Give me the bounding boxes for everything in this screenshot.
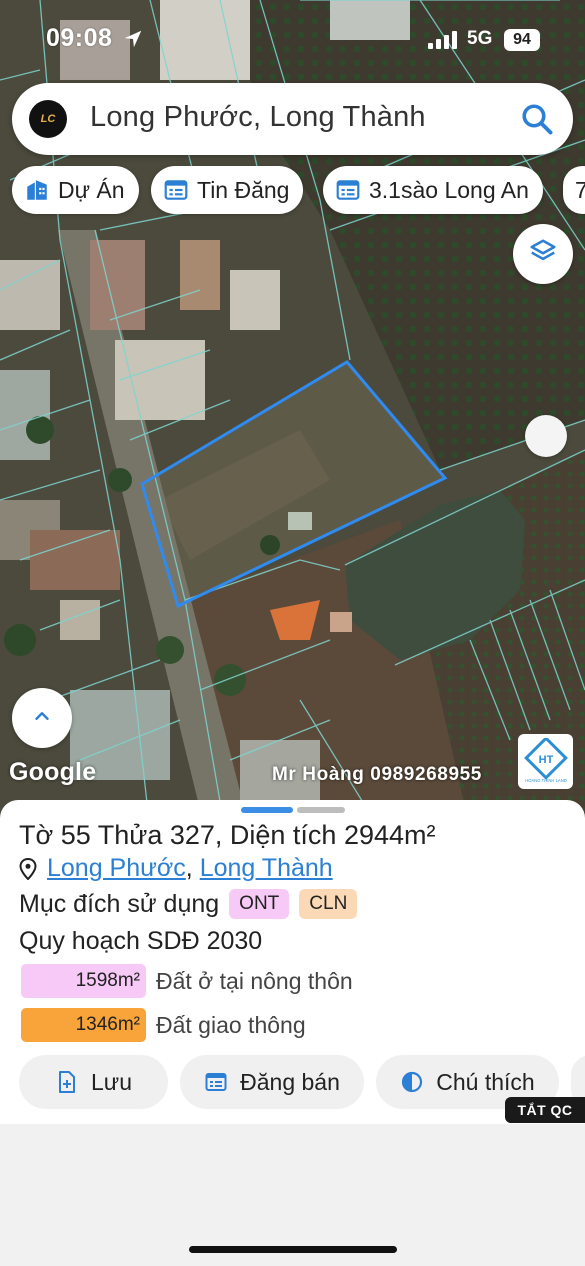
google-attribution: Google	[9, 758, 97, 786]
parcel-title: Tờ 55 Thửa 327, Diện tích 2944m²	[19, 820, 436, 850]
save-label: Lưu	[91, 1068, 132, 1095]
chip-label: Tin Đăng	[197, 176, 290, 203]
chevron-up-icon	[31, 705, 53, 732]
layers-icon	[528, 237, 558, 272]
save-button[interactable]: Lưu	[19, 1055, 168, 1109]
empty-area	[0, 1124, 585, 1266]
satellite-map[interactable]: 09:08 5G 94 LC Long Phước, Long Thành Dự…	[0, 0, 585, 830]
search-bar[interactable]: LC Long Phước, Long Thành	[12, 83, 573, 155]
save-add-icon	[55, 1070, 79, 1094]
opacity-slider-handle[interactable]	[525, 415, 567, 457]
search-icon[interactable]	[519, 101, 555, 137]
zone-row[interactable]: 1346m² Đất giao thông	[21, 1008, 306, 1042]
contact-watermark: Mr Hoàng 0989268955	[272, 764, 482, 785]
zone-row[interactable]: 1598m² Đất ở tại nông thôn	[21, 964, 353, 998]
brand-logo-text: HOANG THINH LAND	[525, 778, 567, 783]
zone-area-bar: 1598m²	[21, 964, 146, 998]
layers-button[interactable]	[513, 224, 573, 284]
turn-off-ads-button[interactable]: TẮT QC	[505, 1097, 585, 1123]
land-use-purpose: Mục đích sử dụng ONT CLN	[19, 889, 358, 919]
page-indicator[interactable]	[241, 807, 345, 813]
parcel-info-sheet: Tờ 55 Thửa 327, Diện tích 2944m² Long Ph…	[0, 800, 585, 1124]
chip-du-an[interactable]: Dự Án	[12, 166, 139, 214]
location-arrow-icon	[122, 28, 144, 55]
listing-icon	[204, 1070, 228, 1094]
chip-tin-dang[interactable]: Tin Đăng	[151, 166, 304, 214]
chip-saved-search[interactable]: 3.1sào Long An	[323, 166, 543, 214]
address-separator: ,	[185, 854, 200, 882]
zone-label: Đất ở tại nông thôn	[156, 967, 353, 994]
chip-label: 3.1sào Long An	[369, 176, 529, 203]
cellular-signal-icon	[428, 31, 458, 54]
network-type: 5G	[467, 28, 493, 49]
legend-icon	[400, 1070, 424, 1094]
listing-icon	[335, 177, 361, 203]
parcel-address: Long Phước , Long Thành	[19, 854, 333, 883]
chip-label: Dự Án	[58, 176, 125, 203]
battery-level: 94	[504, 29, 540, 51]
status-bar: 09:08 5G 94	[0, 22, 585, 58]
status-time: 09:08	[46, 24, 113, 52]
search-query[interactable]: Long Phước, Long Thành	[90, 101, 426, 134]
legend-label: Chú thích	[436, 1068, 535, 1095]
post-sale-button[interactable]: Đăng bán	[180, 1055, 364, 1109]
zone-label: Đất giao thông	[156, 1011, 306, 1038]
location-pin-icon	[19, 857, 37, 880]
plan-label: Quy hoạch SDĐ 2030	[19, 927, 263, 955]
chip-more[interactable]: 7	[563, 166, 585, 214]
post-sale-label: Đăng bán	[240, 1068, 340, 1095]
brand-logo: HT HOANG THINH LAND	[518, 734, 573, 789]
purpose-label: Mục đích sử dụng	[19, 889, 220, 918]
district-link[interactable]: Long Thành	[200, 854, 333, 883]
chip-label: 7	[575, 176, 585, 203]
svg-text:HT: HT	[538, 754, 553, 766]
app-root: 09:08 5G 94 LC Long Phước, Long Thành Dự…	[0, 0, 585, 1266]
filter-chips: Dự Án Tin Đăng 3.1sào Long An 7	[12, 166, 585, 214]
building-icon	[24, 177, 50, 203]
app-logo[interactable]: LC	[29, 100, 67, 138]
ward-link[interactable]: Long Phước	[47, 854, 186, 883]
zone-area-bar: 1346m²	[21, 1008, 146, 1042]
action-buttons: Lưu Đăng bán Chú thích	[19, 1055, 585, 1109]
purpose-badge-ont[interactable]: ONT	[229, 889, 290, 919]
expand-sheet-button[interactable]	[12, 688, 72, 748]
listing-icon	[163, 177, 189, 203]
purpose-badge-cln[interactable]: CLN	[299, 889, 358, 919]
home-indicator[interactable]	[189, 1246, 397, 1253]
